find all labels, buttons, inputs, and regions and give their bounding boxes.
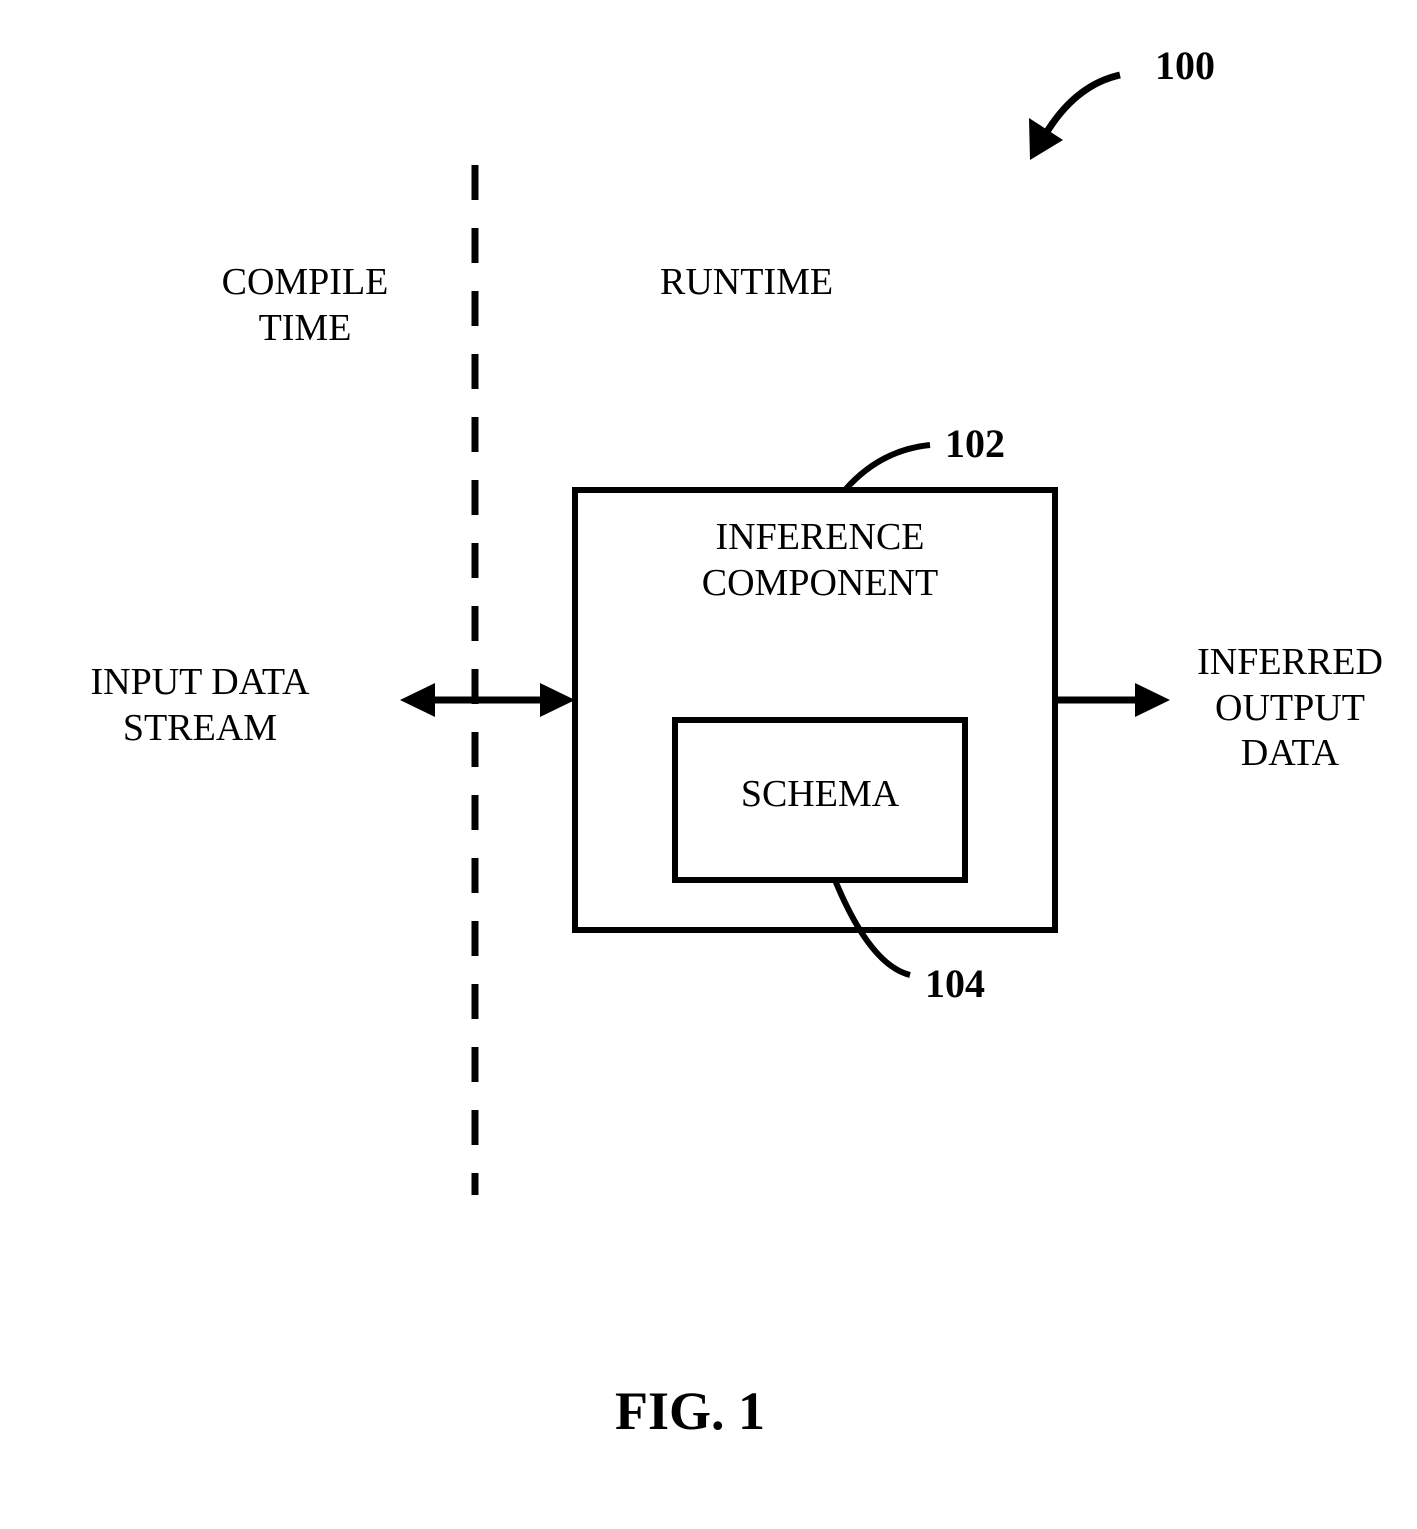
- ref-100-arrow: [1029, 75, 1120, 160]
- diagram-canvas: COMPILE TIME RUNTIME INPUT DATA STREAM I…: [0, 0, 1417, 1529]
- ref-100: 100: [1155, 42, 1215, 89]
- ref-102-leader: [845, 445, 930, 490]
- inferred-output-data-label: INFERRED OUTPUT DATA: [1165, 640, 1415, 777]
- input-arrow: [400, 683, 575, 717]
- figure-caption: FIG. 1: [615, 1380, 765, 1442]
- schema-label: SCHEMA: [700, 772, 940, 818]
- output-arrow: [1055, 683, 1170, 717]
- runtime-label: RUNTIME: [660, 260, 833, 306]
- input-data-stream-label: INPUT DATA STREAM: [50, 660, 350, 751]
- inference-component-label: INFERENCE COMPONENT: [610, 515, 1030, 606]
- compile-time-label: COMPILE TIME: [180, 260, 430, 351]
- ref-104: 104: [925, 960, 985, 1007]
- ref-102: 102: [945, 420, 1005, 467]
